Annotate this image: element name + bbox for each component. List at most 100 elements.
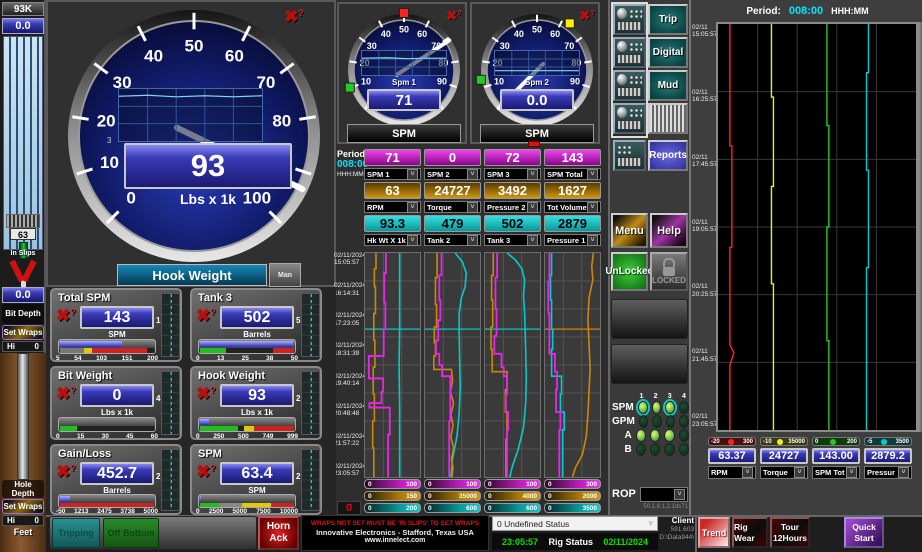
website-text: www.innelect.com bbox=[365, 537, 426, 546]
set-wraps-button-hole[interactable]: Set Wraps bbox=[2, 499, 44, 514]
selector-label: RPM bbox=[711, 468, 728, 477]
dots-icon bbox=[629, 108, 642, 118]
screen-preview-1-button[interactable] bbox=[613, 4, 646, 35]
svg-text:50: 50 bbox=[532, 24, 542, 34]
led-indicator bbox=[638, 401, 648, 414]
alarm-mute-icon[interactable]: ✖? bbox=[56, 307, 76, 324]
set-wraps-button-bit[interactable]: Set Wraps bbox=[2, 325, 44, 340]
feet-label: Feet bbox=[2, 527, 44, 538]
trend-readout-selector[interactable]: SPM Tot˅ bbox=[812, 466, 860, 479]
panel-unit: Lbs x 1k bbox=[220, 408, 294, 417]
strip-chart-4 bbox=[544, 252, 601, 478]
manual-mode-button[interactable]: Man bbox=[269, 263, 301, 287]
readout-selector[interactable]: SPM 3 ˅ bbox=[484, 168, 541, 180]
trend-readout-selector[interactable]: RPM˅ bbox=[708, 466, 756, 479]
padlock-icon bbox=[663, 258, 675, 267]
unlocked-button[interactable]: UnLocked bbox=[611, 252, 648, 291]
chart-screen-button[interactable] bbox=[648, 103, 688, 134]
alarm-mute-icon[interactable]: ✖? bbox=[579, 9, 595, 23]
spm2-gauge-panel: 0102030405060708090100 ✖? Spm 2 0.0 SPM bbox=[470, 2, 600, 144]
trend-readout-selector[interactable]: Pressur˅ bbox=[864, 466, 912, 479]
chevron-down-icon: ˅ bbox=[467, 235, 478, 246]
chevron-down-icon: ˅ bbox=[527, 169, 538, 180]
reports-button[interactable]: Reports bbox=[648, 140, 688, 171]
bars-icon bbox=[617, 54, 642, 64]
alarm-mute-icon[interactable]: ✖? bbox=[56, 463, 76, 480]
panel-sparkline bbox=[161, 293, 180, 357]
trend-timestamps: 02/1115:05:57 02/1116:25:57 02/1117:45:5… bbox=[692, 24, 716, 428]
trend-readout-value: 2879.2 bbox=[864, 448, 912, 464]
rop-selector[interactable]: ˅ bbox=[640, 487, 688, 502]
panel-sparkline bbox=[301, 449, 320, 511]
message-marquee: WRAPS NOT SET-MUST BE 'IN SLIPS' TO SET … bbox=[301, 515, 489, 551]
spm1-title: SPM bbox=[347, 124, 461, 143]
spacer-panel bbox=[611, 344, 688, 384]
panel-bar-gauge bbox=[198, 494, 296, 508]
led-row-label: SPM bbox=[612, 402, 634, 413]
panel-bar-gauge bbox=[198, 417, 296, 432]
panel-title: SPM bbox=[198, 448, 222, 460]
alarm-mute-icon[interactable]: ✖? bbox=[196, 307, 216, 324]
off-bottom-button[interactable]: Off Bottom bbox=[103, 518, 159, 548]
readout-selector[interactable]: Pressure 2˅ bbox=[484, 201, 541, 213]
alarm-mute-icon[interactable]: ✖? bbox=[196, 385, 216, 402]
screen-preview-4-button[interactable] bbox=[613, 103, 646, 134]
alarm-mute-icon[interactable]: ✖? bbox=[196, 463, 216, 480]
tour-12hours-button[interactable]: Tour12Hours bbox=[770, 517, 810, 548]
period-unit: HHH:MM bbox=[831, 6, 869, 16]
readout-selector[interactable]: RPM˅ bbox=[364, 201, 421, 213]
svg-text:60: 60 bbox=[225, 46, 244, 65]
trend-scrollbar[interactable] bbox=[918, 22, 922, 432]
readout-selector[interactable]: Tank 3˅ bbox=[484, 234, 541, 246]
panel-unit: Barrels bbox=[220, 330, 294, 339]
selector-label: SPM Tot bbox=[815, 468, 844, 477]
alarm-mute-icon[interactable]: ✖? bbox=[56, 385, 76, 402]
selector-label: SPM 3 bbox=[487, 170, 510, 179]
mud-button[interactable]: Mud bbox=[648, 70, 688, 101]
readout-selector[interactable]: Hk Wt X 1k˅ bbox=[364, 234, 421, 246]
readout-selector[interactable]: Tot Volume˅ bbox=[544, 201, 601, 213]
quick-start-button[interactable]: QuickStart bbox=[844, 517, 884, 548]
panel-sparkline bbox=[161, 371, 180, 435]
alarm-mute-icon[interactable]: ✖? bbox=[284, 8, 304, 25]
led-indicator bbox=[679, 429, 689, 442]
readout-selector[interactable]: SPM Total˅ bbox=[544, 168, 601, 180]
screen-preview-2-button[interactable] bbox=[613, 37, 646, 68]
rig-wear-button[interactable]: Rig Wear bbox=[732, 517, 768, 548]
readout-selector[interactable]: SPM 1˅ bbox=[364, 168, 421, 180]
alarm-mute-icon[interactable]: ✖? bbox=[446, 9, 462, 23]
svg-text:80: 80 bbox=[272, 112, 291, 131]
readout-selector[interactable]: Pressure 1˅ bbox=[544, 234, 601, 246]
digital-button[interactable]: Digital bbox=[648, 37, 688, 68]
gauge-icon bbox=[617, 107, 627, 118]
readout-value: 24727 bbox=[424, 182, 481, 199]
tripping-button[interactable]: Tripping bbox=[52, 518, 100, 548]
chevron-down-icon: ˅ bbox=[846, 467, 857, 478]
readout-value: 71 bbox=[364, 149, 421, 166]
readout-selector[interactable]: SPM 2˅ bbox=[424, 168, 481, 180]
trend-readout-selector[interactable]: Torque˅ bbox=[760, 466, 808, 479]
block-position-handle[interactable] bbox=[6, 214, 40, 228]
scale-range: 02000 bbox=[544, 491, 601, 501]
panel-scale: 013253850 bbox=[196, 355, 298, 362]
trip-button[interactable]: Trip bbox=[648, 4, 688, 35]
panel-title: Hook Weight bbox=[198, 370, 265, 382]
readout-selector[interactable]: Torque˅ bbox=[424, 201, 481, 213]
selector-label: Pressure 2 bbox=[487, 203, 525, 212]
mini-panel-bit-weight: Bit Weight ✖? 0 4 Lbs x 1k 015304560 bbox=[50, 366, 182, 440]
help-button[interactable]: Help bbox=[650, 213, 688, 248]
readout-selector[interactable]: Tank 2˅ bbox=[424, 234, 481, 246]
chevron-down-icon: ˅ bbox=[527, 235, 538, 246]
locked-button[interactable]: LOCKED bbox=[650, 252, 688, 291]
gauge-icon bbox=[617, 74, 627, 85]
trend-button[interactable]: Trend bbox=[698, 517, 730, 548]
screen-preview-3-button[interactable] bbox=[613, 70, 646, 101]
dots-icon bbox=[629, 42, 642, 52]
menu-button[interactable]: Menu bbox=[611, 213, 648, 248]
panel-sparkline bbox=[301, 371, 320, 435]
screen-preview-5-button[interactable] bbox=[613, 140, 646, 171]
rig-status-dropdown[interactable]: 0 Undefined Status˅ bbox=[492, 516, 658, 531]
selector-label: Torque bbox=[427, 203, 452, 212]
horn-ack-button[interactable]: HornAck bbox=[258, 516, 299, 550]
led-indicator bbox=[650, 443, 660, 456]
